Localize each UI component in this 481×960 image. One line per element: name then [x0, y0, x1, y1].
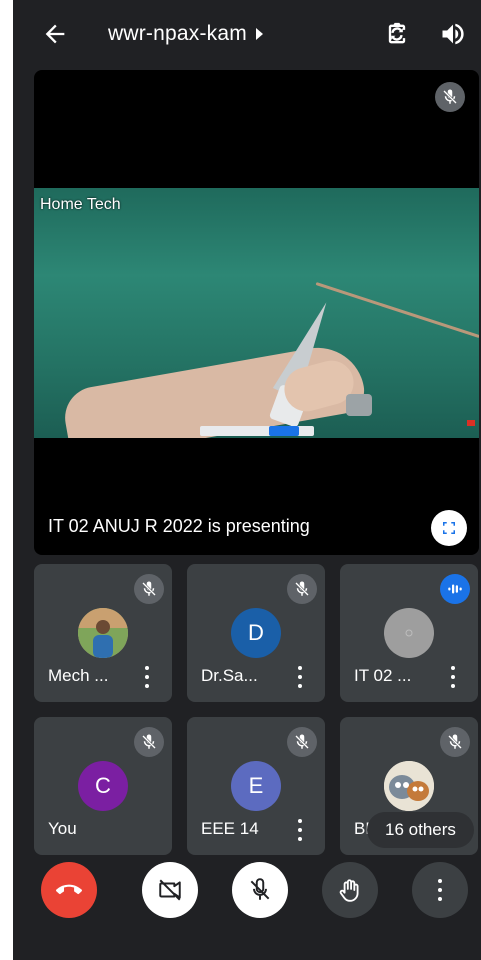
participant-tile[interactable]: Mech ... — [34, 564, 172, 702]
participant-speaking-status — [440, 574, 470, 604]
participant-mic-status — [440, 727, 470, 757]
video-nut — [346, 394, 372, 416]
shared-screen-video: Home Tech — [34, 188, 479, 438]
fullscreen-icon — [443, 522, 455, 534]
participant-name: EEE 14 — [201, 819, 259, 838]
participant-tile[interactable]: E EEE 14 — [187, 717, 325, 855]
participant-mic-status — [134, 574, 164, 604]
participant-name: Mech ... — [48, 666, 109, 685]
more-vert-icon[interactable] — [144, 666, 150, 688]
mic-off-icon — [295, 734, 309, 749]
speaking-icon — [448, 584, 462, 594]
more-vert-icon[interactable] — [450, 666, 456, 688]
mic-off-icon — [142, 734, 156, 749]
presenter-mic-status — [435, 82, 465, 112]
back-arrow-icon[interactable] — [41, 20, 69, 48]
mic-off-icon — [443, 89, 457, 104]
participant-tile[interactable]: C You — [34, 717, 172, 855]
participant-mic-status — [134, 727, 164, 757]
mic-off-icon — [250, 878, 270, 900]
fullscreen-button[interactable] — [431, 510, 467, 546]
avatar-letter: E — [248, 773, 264, 798]
presentation-tile[interactable]: Home Tech IT 02 ANUJ R 2022 is presentin… — [34, 70, 479, 555]
top-bar: wwr-npax-kam — [13, 0, 481, 70]
camera-toggle-button[interactable] — [142, 862, 198, 918]
speaker-icon[interactable] — [439, 20, 467, 48]
camera-flip-icon[interactable] — [383, 20, 411, 48]
more-vert-icon[interactable] — [297, 819, 303, 841]
mic-off-icon — [448, 734, 462, 749]
cartoon-avatar — [384, 761, 434, 811]
screen-share-notice-button — [269, 426, 299, 436]
presenting-text: IT 02 ANUJ R 2022 is presenting — [48, 516, 310, 536]
mic-off-icon — [295, 581, 309, 596]
avatar: C — [78, 761, 128, 811]
meeting-code: wwr-npax-kam — [108, 22, 247, 45]
avatar: E — [231, 761, 281, 811]
avatar-letter: D — [248, 620, 264, 645]
participant-tile[interactable]: IT 02 ... — [340, 564, 478, 702]
participant-tile[interactable]: D Dr.Sa... — [187, 564, 325, 702]
video-stick — [315, 282, 479, 339]
mic-toggle-button[interactable] — [232, 862, 288, 918]
video-red-mark — [467, 420, 475, 426]
avatar — [384, 761, 434, 811]
more-vert-icon[interactable] — [297, 666, 303, 688]
chevron-right-icon — [255, 28, 263, 40]
avatar-letter: C — [95, 773, 111, 798]
profile-photo — [78, 608, 128, 658]
participant-mic-status — [287, 574, 317, 604]
others-button[interactable]: 16 others — [367, 812, 474, 848]
participant-tile[interactable]: BMT 085 16 others — [340, 717, 478, 855]
video-off-icon — [159, 879, 181, 901]
participant-mic-status — [287, 727, 317, 757]
more-vert-icon — [437, 879, 443, 901]
more-options-button[interactable] — [412, 862, 468, 918]
avatar — [78, 608, 128, 658]
others-count: 16 others — [385, 820, 456, 839]
participant-name: You — [48, 819, 77, 838]
avatar: D — [231, 608, 281, 658]
participant-name: Dr.Sa... — [201, 666, 258, 685]
raise-hand-button[interactable] — [322, 862, 378, 918]
mic-off-icon — [142, 581, 156, 596]
avatar-placeholder-icon — [405, 629, 413, 637]
raise-hand-icon — [339, 879, 359, 902]
participant-name: IT 02 ... — [354, 666, 412, 685]
avatar — [384, 608, 434, 658]
end-call-button[interactable] — [41, 862, 97, 918]
meeting-title-button[interactable]: wwr-npax-kam — [108, 22, 263, 46]
phone-hangup-icon — [56, 884, 82, 895]
meet-app: wwr-npax-kam Home Tech IT 02 ANUJ R 2022… — [13, 0, 481, 960]
video-label: Home Tech — [40, 196, 121, 213]
